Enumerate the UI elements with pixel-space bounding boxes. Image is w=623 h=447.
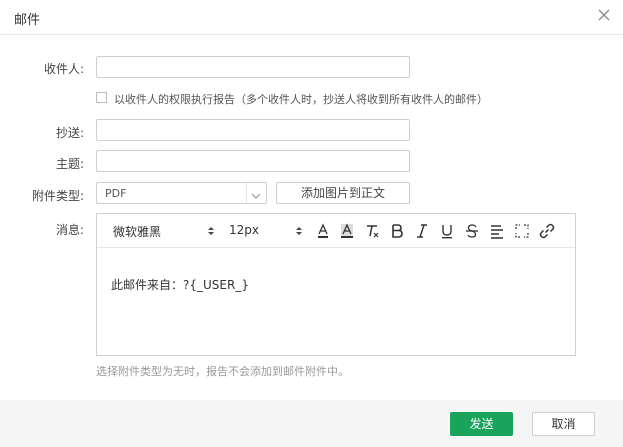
align-icon[interactable] (488, 222, 506, 240)
italic-icon[interactable] (413, 222, 431, 240)
clear-format-icon[interactable] (363, 222, 381, 240)
chevron-down-icon[interactable] (251, 189, 261, 203)
cc-label: 抄送: (55, 126, 84, 140)
font-family-updown-icon[interactable] (207, 225, 215, 239)
recipient-label: 收件人: (43, 62, 84, 76)
subject-label: 主题: (55, 157, 84, 171)
cc-input[interactable] (96, 119, 410, 141)
highlight-icon[interactable] (338, 222, 356, 240)
email-dialog: 邮件 收件人: 以收件人的权限执行报告（多个收件人时，抄送人将收到所有收件人的邮… (0, 0, 623, 447)
font-color-icon[interactable] (314, 222, 332, 240)
select-divider (246, 183, 247, 203)
font-family-select[interactable]: 微软雅黑 (113, 223, 161, 240)
font-size-select[interactable]: 12px (229, 223, 259, 237)
attachment-type-select[interactable]: PDF (96, 182, 267, 204)
dialog-title: 邮件 (14, 13, 41, 28)
attachment-type-value: PDF (105, 187, 127, 200)
send-button[interactable]: 发送 (450, 412, 513, 436)
dialog-footer (0, 400, 623, 447)
message-label: 消息: (55, 223, 84, 237)
editor-content[interactable]: 此邮件来自：?{_USER_} (111, 276, 249, 293)
bold-icon[interactable] (388, 222, 406, 240)
dialog-header: 邮件 (0, 0, 623, 35)
permission-checkbox[interactable] (96, 92, 107, 103)
underline-icon[interactable] (438, 222, 456, 240)
fullscreen-icon[interactable] (513, 222, 531, 240)
message-editor[interactable]: 微软雅黑 12px 此邮件来自：?{_USER_} (96, 213, 576, 356)
close-icon[interactable] (597, 8, 611, 22)
attachment-hint: 选择附件类型为无时，报告不会添加到邮件附件中。 (96, 365, 349, 378)
link-icon[interactable] (538, 222, 556, 240)
font-size-updown-icon[interactable] (295, 225, 303, 239)
cancel-button[interactable]: 取消 (532, 412, 595, 436)
editor-toolbar: 微软雅黑 12px (97, 214, 575, 248)
strikethrough-icon[interactable] (463, 222, 481, 240)
attachment-type-label: 附件类型: (31, 189, 84, 203)
add-image-button[interactable]: 添加图片到正文 (276, 182, 410, 204)
subject-input[interactable] (96, 150, 410, 172)
recipient-input[interactable] (96, 56, 410, 78)
permission-checkbox-label: 以收件人的权限执行报告（多个收件人时，抄送人将收到所有收件人的邮件） (114, 93, 488, 106)
